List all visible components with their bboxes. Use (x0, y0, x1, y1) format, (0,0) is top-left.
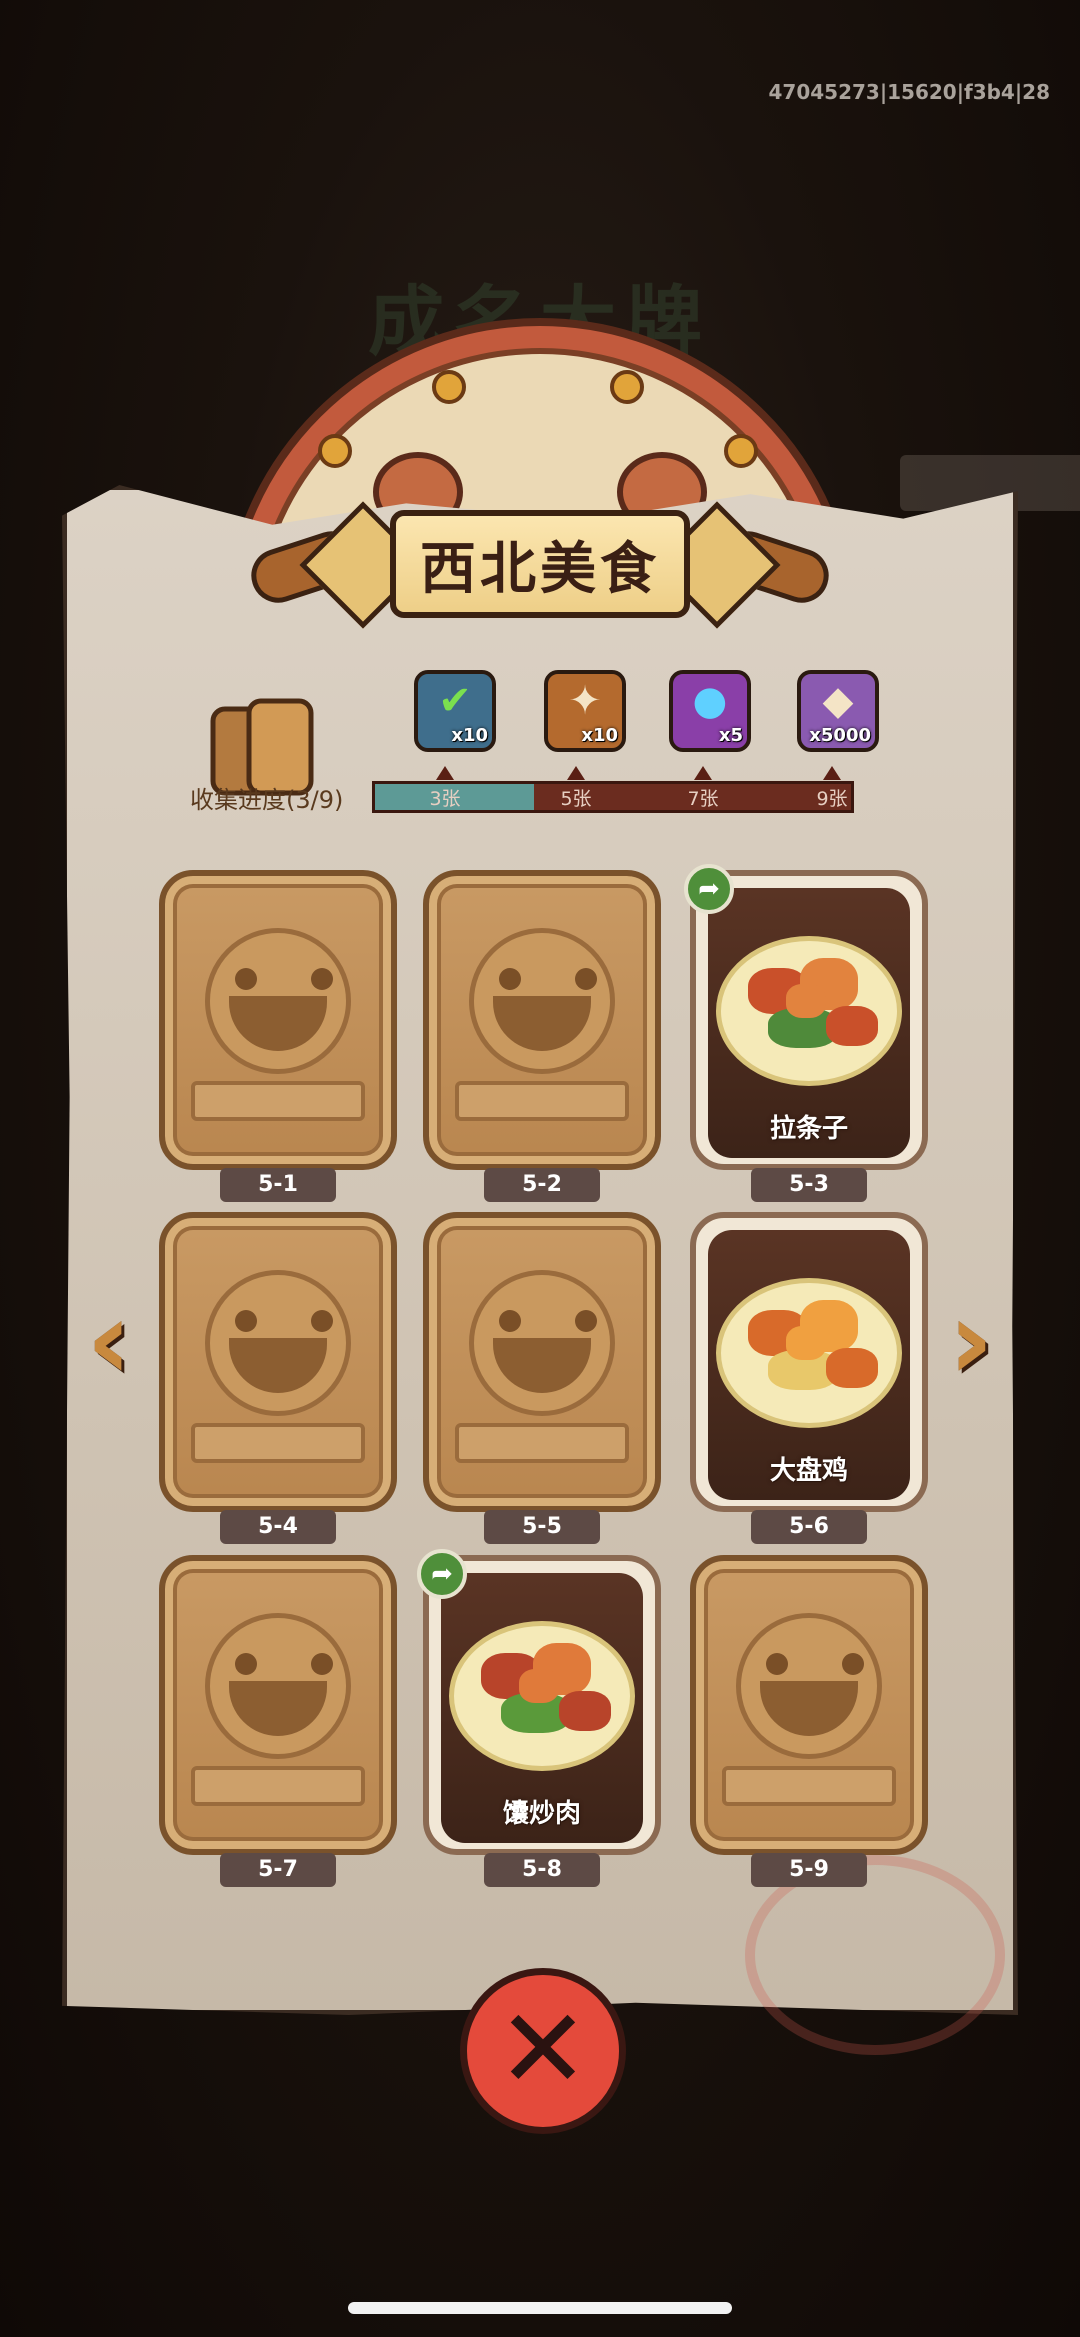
panel-title: 西北美食 (420, 536, 660, 602)
reward-quantity: x5000 (809, 725, 871, 746)
medallion-stud (610, 370, 644, 404)
collection-card[interactable] (690, 1555, 928, 1855)
prev-page-button[interactable]: ‹ (74, 1285, 144, 1395)
collection-progress-label: 收集进度(3/9) (190, 786, 344, 814)
card-slot-label: 5-4 (220, 1510, 336, 1544)
reward-item[interactable]: ✦ x10 (544, 670, 626, 752)
card-slot-label: 5-1 (220, 1168, 336, 1202)
treasure-chest-check-icon: ✔ (438, 678, 472, 724)
title-banner: 西北美食 (390, 510, 690, 618)
card-slot-label: 5-9 (751, 1853, 867, 1887)
food-piece (826, 1348, 878, 1388)
reward-item[interactable]: ✔ x10 (414, 670, 496, 752)
card-slot-label: 5-5 (484, 1510, 600, 1544)
milestone-marker (436, 766, 454, 780)
card-slot-label: 5-3 (751, 1168, 867, 1202)
emblem-eye (499, 1310, 521, 1332)
card-slot-label: 5-6 (751, 1510, 867, 1544)
crystal-shard-icon: ◆ (822, 678, 854, 724)
reward-quantity: x5 (718, 725, 743, 746)
emblem-eye (235, 1653, 257, 1675)
emblem-eye (575, 1310, 597, 1332)
food-piece (786, 1326, 826, 1360)
emblem-ribbon (191, 1766, 365, 1806)
milestone-marker (823, 766, 841, 780)
home-indicator (348, 2302, 732, 2314)
emblem-ribbon (191, 1081, 365, 1121)
milestone-marker (567, 766, 585, 780)
milestone-label: 7张 (687, 788, 719, 810)
emblem-ribbon (455, 1081, 629, 1121)
dish-name: 大盘鸡 (769, 1456, 848, 1486)
collection-card[interactable] (159, 1555, 397, 1855)
dish-name: 馕炒肉 (502, 1799, 581, 1829)
emblem-eye (235, 968, 257, 990)
emblem-ribbon (722, 1766, 896, 1806)
emblem-eye (575, 968, 597, 990)
emblem-ribbon (455, 1423, 629, 1463)
emblem-eye (842, 1653, 864, 1675)
milestone-label: 9张 (816, 788, 848, 810)
collection-card[interactable] (423, 1212, 661, 1512)
emblem-eye (311, 1310, 333, 1332)
collection-card[interactable]: 馕炒肉 (423, 1555, 661, 1855)
reward-quantity: x10 (451, 725, 488, 746)
milestone-label: 5张 (560, 788, 592, 810)
collection-card[interactable] (159, 1212, 397, 1512)
next-page-button[interactable]: › (936, 1285, 1006, 1395)
emblem-eye (311, 1653, 333, 1675)
share-icon[interactable]: ➦ (417, 1549, 467, 1599)
reward-quantity: x10 (581, 725, 618, 746)
medallion-stud (432, 370, 466, 404)
medallion-stud (724, 434, 758, 468)
reward-item[interactable]: ◆ x5000 (797, 670, 879, 752)
emblem-eye (766, 1653, 788, 1675)
card-slot-label: 5-7 (220, 1853, 336, 1887)
collection-card[interactable] (423, 870, 661, 1170)
milestone-label: 3张 (429, 788, 461, 810)
food-piece (559, 1691, 611, 1731)
share-icon[interactable]: ➦ (684, 864, 734, 914)
food-piece (826, 1006, 878, 1046)
collection-card[interactable]: 拉条子 (690, 870, 928, 1170)
emblem-eye (235, 1310, 257, 1332)
reward-item[interactable]: ● x5 (669, 670, 751, 752)
food-piece (519, 1669, 559, 1703)
medallion-stud (318, 434, 352, 468)
key-scroll-icon: ✦ (568, 678, 602, 724)
dish-name: 拉条子 (769, 1114, 848, 1144)
card-slot-label: 5-2 (484, 1168, 600, 1202)
milestone-marker (694, 766, 712, 780)
build-id: 47045273|15620|f3b4|28 (768, 80, 1050, 104)
collection-card[interactable] (159, 870, 397, 1170)
emblem-eye (311, 968, 333, 990)
emblem-eye (499, 968, 521, 990)
card-slot-label: 5-8 (484, 1853, 600, 1887)
food-piece (786, 984, 826, 1018)
collection-card[interactable]: 大盘鸡 (690, 1212, 928, 1512)
emblem-ribbon (191, 1423, 365, 1463)
magic-orb-icon: ● (692, 678, 728, 724)
close-button[interactable]: ✕ (460, 1968, 626, 2134)
